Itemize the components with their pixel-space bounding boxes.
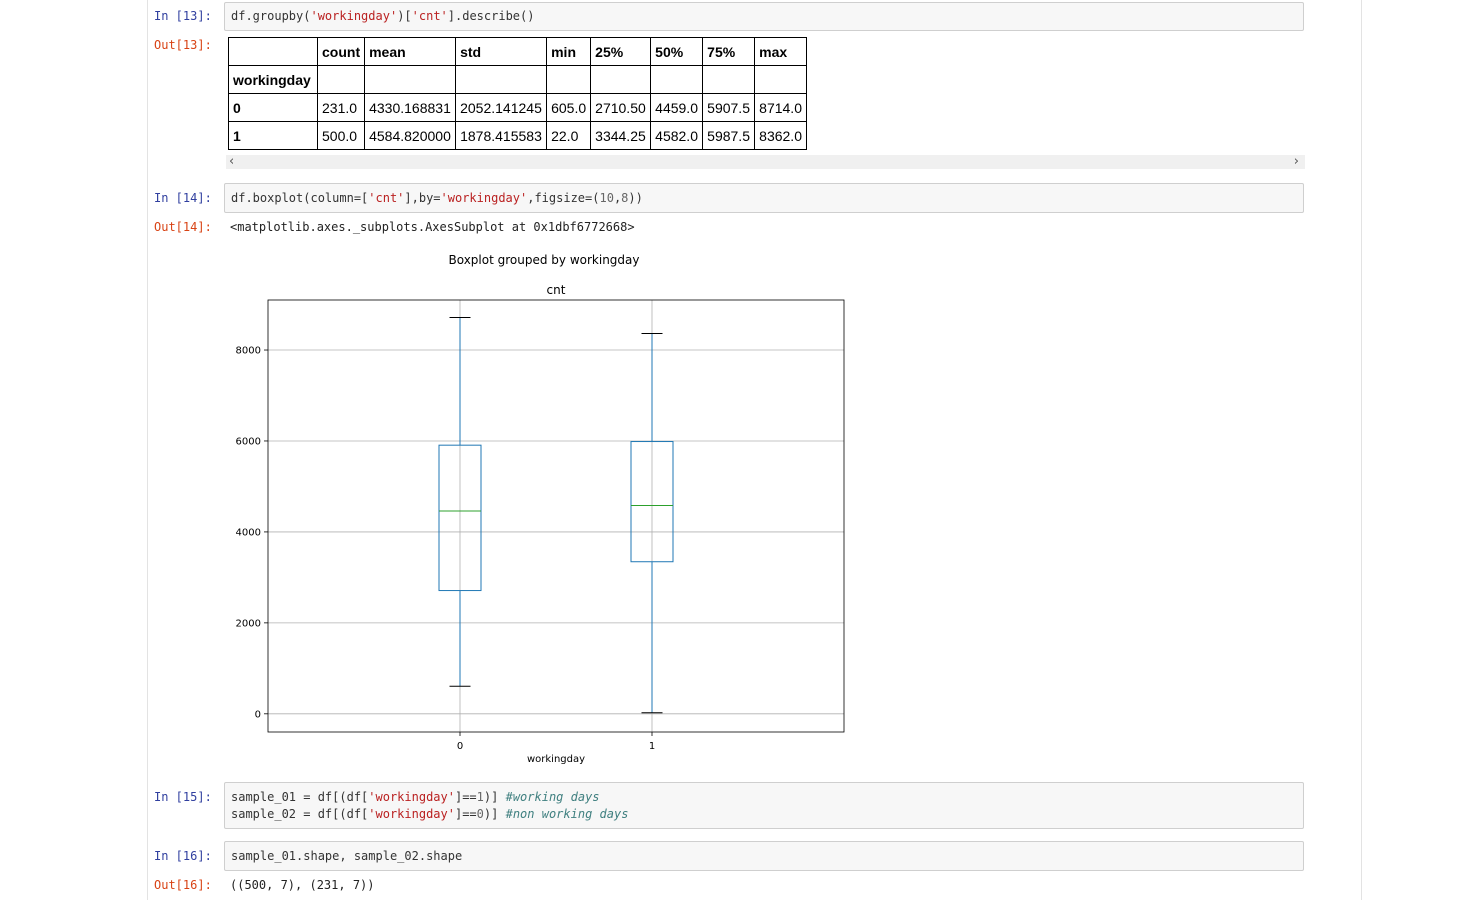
table-cell: 4582.0 <box>650 121 704 150</box>
table-cell: 3344.25 <box>590 121 652 150</box>
row-index: 1 <box>228 121 318 150</box>
in-prompt-16: In [16]: <box>154 849 212 863</box>
code-line: sample_01.shape, sample_02.shape <box>231 849 463 863</box>
table-cell: 5987.5 <box>702 121 756 150</box>
table-cell: 231.0 <box>316 93 366 122</box>
out-prompt-13: Out[13]: <box>154 38 212 52</box>
in-prompt-14: In [14]: <box>154 191 212 205</box>
corner-cell <box>228 37 318 66</box>
in-prompt-13: In [13]: <box>154 9 212 23</box>
column-header: min <box>546 37 592 66</box>
table-cell: 2710.50 <box>590 93 652 122</box>
table-cell: 4459.0 <box>650 93 704 122</box>
code-line: sample_01 = df[(df['workingday']==1)] #w… <box>231 790 600 804</box>
column-header: 25% <box>590 37 652 66</box>
table-cell: 4330.168831 <box>364 93 457 122</box>
column-header: count <box>316 37 366 66</box>
table-cell: 605.0 <box>546 93 592 122</box>
table-cell: 500.0 <box>316 121 366 150</box>
plot-frame <box>267 299 845 733</box>
y-tick-label: 4000 <box>236 527 261 538</box>
out-prompt-14: Out[14]: <box>154 220 212 234</box>
output-text-14: <matplotlib.axes._subplots.AxesSubplot a… <box>230 220 635 234</box>
y-tick-label: 8000 <box>236 346 261 357</box>
in-prompt-15: In [15]: <box>154 790 212 804</box>
code-cell-15[interactable]: sample_01 = df[(df['workingday']==1)] #w… <box>224 782 1304 829</box>
code-cell-14[interactable]: df.boxplot(column=['cnt'],by='workingday… <box>224 183 1304 213</box>
column-header: max <box>754 37 808 66</box>
scroll-right-icon[interactable]: › <box>1294 154 1299 169</box>
table-cell: 22.0 <box>546 121 592 150</box>
table-header-row: count mean std min 25% 50% 75% max <box>228 37 808 66</box>
table-cell: 4584.820000 <box>364 121 457 150</box>
table-cell: 5907.5 <box>702 93 756 122</box>
column-header: mean <box>364 37 457 66</box>
index-name-row: workingday <box>228 65 808 94</box>
code-line: df.boxplot(column=['cnt'],by='workingday… <box>231 191 643 205</box>
y-tick-label: 6000 <box>236 436 261 447</box>
x-tick-label: 1 <box>649 741 655 752</box>
row-index: 0 <box>228 93 318 122</box>
notebook-left-border <box>147 0 148 900</box>
table-cell: 8714.0 <box>754 93 808 122</box>
code-line: df.groupby('workingday')['cnt'].describe… <box>231 9 535 23</box>
boxplot-chart: Boxplot grouped by workingday cnt 0 2000 400… <box>236 253 845 765</box>
horizontal-scrollbar[interactable]: ‹ › <box>226 154 1305 169</box>
output-text-16: ((500, 7), (231, 7)) <box>230 878 375 892</box>
code-cell-13[interactable]: df.groupby('workingday')['cnt'].describe… <box>224 2 1304 31</box>
table-cell: 1878.415583 <box>455 121 548 150</box>
code-cell-16[interactable]: sample_01.shape, sample_02.shape <box>224 841 1304 871</box>
table-cell: 8362.0 <box>754 121 808 150</box>
y-tick-label: 2000 <box>236 618 261 629</box>
describe-dataframe: count mean std min 25% 50% 75% max worki… <box>228 37 808 150</box>
index-name: workingday <box>228 65 318 94</box>
code-line: sample_02 = df[(df['workingday']==0)] #n… <box>231 807 629 821</box>
column-header: std <box>455 37 548 66</box>
out-prompt-16: Out[16]: <box>154 878 212 892</box>
y-tick-label: 0 <box>255 709 261 720</box>
chart-title: cnt <box>547 283 566 297</box>
chart-suptitle: Boxplot grouped by workingday <box>449 253 640 267</box>
table-row: 1 500.0 4584.820000 1878.415583 22.0 334… <box>228 121 808 150</box>
notebook-right-border <box>1361 0 1362 900</box>
scroll-left-icon[interactable]: ‹ <box>229 154 234 169</box>
table-cell: 2052.141245 <box>455 93 548 122</box>
table-row: 0 231.0 4330.168831 2052.141245 605.0 27… <box>228 93 808 122</box>
x-axis-label: workingday <box>527 754 585 765</box>
x-tick-label: 0 <box>457 741 463 752</box>
column-header: 75% <box>702 37 756 66</box>
column-header: 50% <box>650 37 704 66</box>
